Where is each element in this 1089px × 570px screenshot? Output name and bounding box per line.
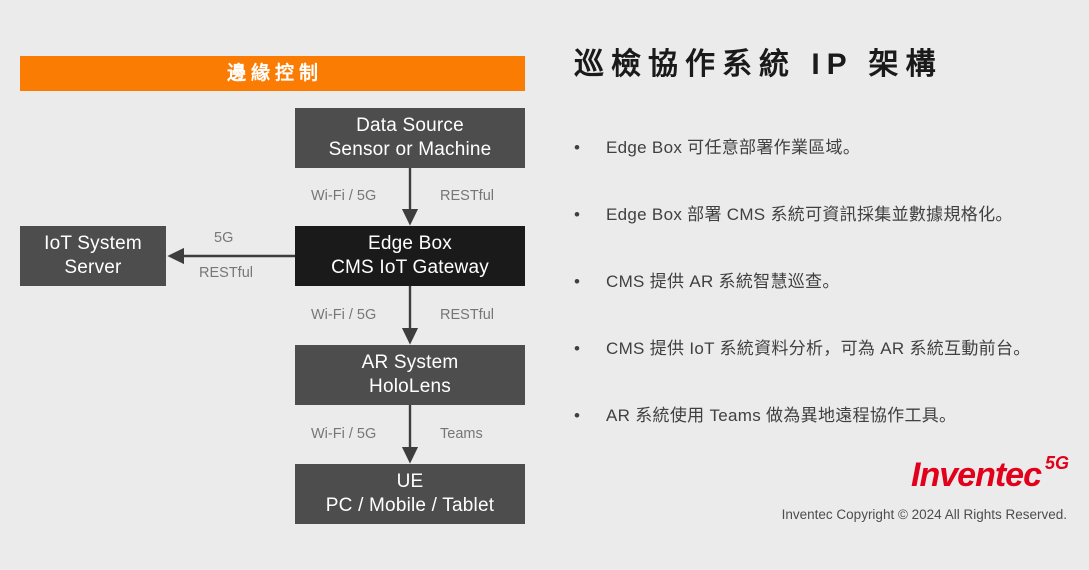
node-ue[interactable]: UE PC / Mobile / Tablet [295,464,525,524]
inventec-logo: Inventec 5G [911,454,1069,494]
section-header-banner: 邊緣控制 [20,56,525,91]
node-ar-system-line2: HoloLens [369,376,451,397]
bullet-dot-icon: • [574,138,580,157]
edge-label-edge-box-wifi: Wi-Fi / 5G [311,307,377,323]
list-item: • Edge Box 可任意部署作業區域。 [574,138,1084,205]
list-item-label: Edge Box 可任意部署作業區域。 [606,138,861,157]
architecture-diagram: 邊緣控制 Data Source Sensor or Machine Edge … [0,0,560,570]
node-iot-system-server[interactable]: IoT System Server [20,226,166,286]
node-ar-system-line1: AR System [361,351,459,373]
node-iot-system-server-line1: IoT System [44,232,142,254]
node-data-source-line2: Sensor or Machine [328,139,492,160]
list-item: • CMS 提供 AR 系統智慧巡查。 [574,272,1084,339]
node-edge-box[interactable]: Edge Box CMS IoT Gateway [295,226,525,286]
list-item: • CMS 提供 IoT 系統資料分析，可為 AR 系統互動前台。 [574,339,1084,406]
inventec-logo-5g-badge: 5G [1044,453,1069,473]
inventec-logo-wordmark: Inventec [911,456,1042,494]
page-title: 巡檢協作系統 IP 架構 [574,48,943,81]
edge-label-edge-box-restful: RESTful [440,307,494,323]
bullet-dot-icon: • [574,406,580,425]
node-data-source[interactable]: Data Source Sensor or Machine [295,108,525,168]
description-panel: 巡檢協作系統 IP 架構 • Edge Box 可任意部署作業區域。 • Edg… [560,0,1089,570]
edge-label-iot-restful: RESTful [199,265,253,281]
edge-label-ar-wifi: Wi-Fi / 5G [311,426,377,442]
section-header-label: 邊緣控制 [226,63,323,84]
list-item-label: AR 系統使用 Teams 做為異地遠程協作工具。 [606,406,957,425]
node-ue-line1: UE [396,470,424,492]
edge-label-ar-teams: Teams [440,426,483,442]
list-item-label: CMS 提供 AR 系統智慧巡查。 [606,272,840,291]
node-edge-box-line2: CMS IoT Gateway [331,257,489,278]
bullet-dot-icon: • [574,205,580,224]
list-item-label: Edge Box 部署 CMS 系統可資訊採集並數據規格化。 [606,205,1013,224]
edge-label-iot-5g: 5G [214,230,234,246]
node-ue-line2: PC / Mobile / Tablet [325,495,495,516]
bullet-list: • Edge Box 可任意部署作業區域。 • Edge Box 部署 CMS … [574,138,1084,473]
list-item-label: CMS 提供 IoT 系統資料分析，可為 AR 系統互動前台。 [606,339,1031,358]
edge-label-data-source-wifi: Wi-Fi / 5G [311,188,377,204]
node-ar-system[interactable]: AR System HoloLens [295,345,525,405]
node-edge-box-line1: Edge Box [368,232,452,254]
copyright-notice: Inventec Copyright © 2024 All Rights Res… [781,507,1067,522]
list-item: • Edge Box 部署 CMS 系統可資訊採集並數據規格化。 [574,205,1084,272]
node-iot-system-server-line2: Server [64,257,122,278]
node-data-source-line1: Data Source [356,114,464,136]
slide-canvas: 邊緣控制 Data Source Sensor or Machine Edge … [0,0,1089,570]
edge-label-data-source-restful: RESTful [440,188,494,204]
bullet-dot-icon: • [574,339,580,358]
bullet-dot-icon: • [574,272,580,291]
